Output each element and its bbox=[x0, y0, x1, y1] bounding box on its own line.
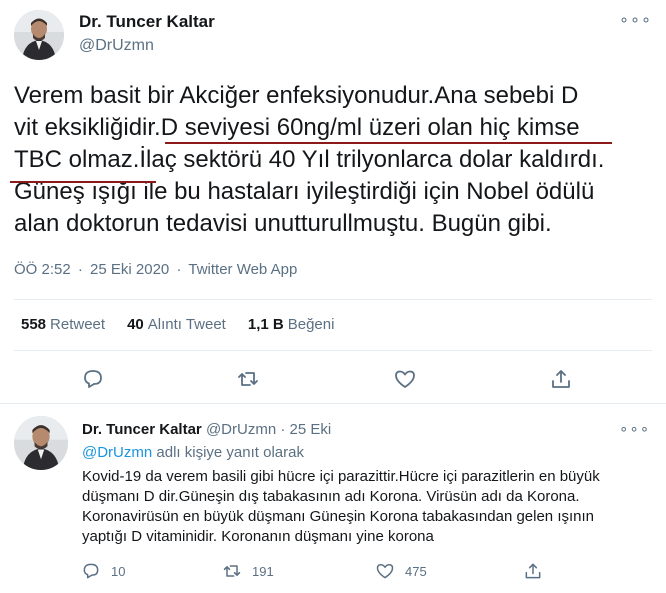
like-count: 475 bbox=[405, 563, 427, 579]
like-action[interactable]: 475 bbox=[375, 561, 427, 581]
like-icon[interactable] bbox=[393, 367, 417, 391]
underline-annotation bbox=[10, 181, 156, 183]
retweet-stat[interactable]: 558 Retweet bbox=[21, 316, 105, 333]
reply-text: Kovid-19 da verem basili gibi hücre içi … bbox=[82, 468, 600, 545]
tweet-date[interactable]: 25 Eki 2020 bbox=[90, 261, 169, 278]
tweet-text-line: vit eksikliğidir.D seviyesi 60ng/ml üzer… bbox=[14, 114, 580, 141]
meta-separator: · bbox=[176, 261, 182, 278]
more-options-icon[interactable]: ∘∘∘ bbox=[619, 10, 652, 30]
quote-label: Alıntı Tweet bbox=[147, 316, 226, 333]
reply-date[interactable]: 25 Eki bbox=[290, 421, 332, 438]
tweet-source[interactable]: Twitter Web App bbox=[188, 261, 297, 278]
underline-annotation bbox=[165, 142, 612, 144]
quote-count: 40 bbox=[127, 316, 144, 333]
share-icon bbox=[525, 563, 541, 579]
author-name[interactable]: Dr. Tuncer Kaltar bbox=[79, 12, 215, 32]
author-handle[interactable]: @DrUzmn bbox=[79, 37, 154, 55]
replying-to-label: adlı kişiye yanıt olarak bbox=[156, 444, 304, 461]
tweet-text-line: TBC olmaz.İlaç sektörü 40 Yıl trilyonlar… bbox=[14, 146, 605, 173]
reply-icon bbox=[83, 563, 99, 579]
tweet-time[interactable]: ÖÖ 2:52 bbox=[14, 261, 71, 278]
tweet-text-line: alan doktorun tedavisi unutturullmuştu. … bbox=[14, 210, 552, 237]
reply-icon[interactable] bbox=[81, 367, 105, 391]
divider bbox=[14, 350, 652, 351]
tweet-text: Verem basit bir Akciğer enfeksiyonudur.A… bbox=[14, 80, 654, 240]
meta-separator: · bbox=[280, 421, 286, 438]
replying-to: @DrUzmn adlı kişiye yanıt olarak bbox=[82, 444, 304, 461]
retweet-icon bbox=[223, 565, 241, 577]
like-icon bbox=[376, 564, 394, 579]
reply-author-name[interactable]: Dr. Tuncer Kaltar bbox=[82, 421, 202, 438]
tweet-meta: ÖÖ 2:52 · 25 Eki 2020 · Twitter Web App bbox=[14, 261, 297, 278]
retweet-label: Retweet bbox=[50, 316, 106, 333]
quote-stat[interactable]: 40 Alıntı Tweet bbox=[127, 316, 226, 333]
engagement-stats: 558 Retweet 40 Alıntı Tweet 1,1 B Beğeni bbox=[21, 316, 334, 333]
reply-header: Dr. Tuncer Kaltar @DrUzmn · 25 Eki bbox=[82, 421, 331, 438]
meta-separator: · bbox=[77, 261, 83, 278]
divider bbox=[14, 299, 652, 300]
like-count: 1,1 B bbox=[247, 316, 284, 333]
reply-author-handle[interactable]: @DrUzmn bbox=[206, 421, 276, 438]
tweet-text-line: Verem basit bir Akciğer enfeksiyonudur.A… bbox=[14, 82, 579, 109]
share-action[interactable] bbox=[523, 561, 543, 581]
mention-link[interactable]: @DrUzmn bbox=[82, 444, 152, 461]
retweet-count: 191 bbox=[252, 563, 274, 579]
retweet-action[interactable]: 191 bbox=[222, 561, 274, 581]
reply-action[interactable]: 10 bbox=[81, 561, 125, 581]
retweet-count: 558 bbox=[21, 316, 47, 333]
reply-author-avatar[interactable] bbox=[14, 416, 68, 470]
retweet-icon[interactable] bbox=[236, 367, 260, 391]
reply-count: 10 bbox=[111, 563, 126, 579]
more-options-icon[interactable]: ∘∘∘ bbox=[619, 420, 650, 438]
share-icon[interactable] bbox=[549, 367, 573, 391]
like-stat[interactable]: 1,1 B Beğeni bbox=[248, 316, 335, 333]
author-avatar[interactable] bbox=[14, 10, 64, 60]
main-tweet: Dr. Tuncer Kaltar @DrUzmn ∘∘∘ Verem basi… bbox=[0, 0, 666, 404]
like-label: Beğeni bbox=[287, 316, 335, 333]
